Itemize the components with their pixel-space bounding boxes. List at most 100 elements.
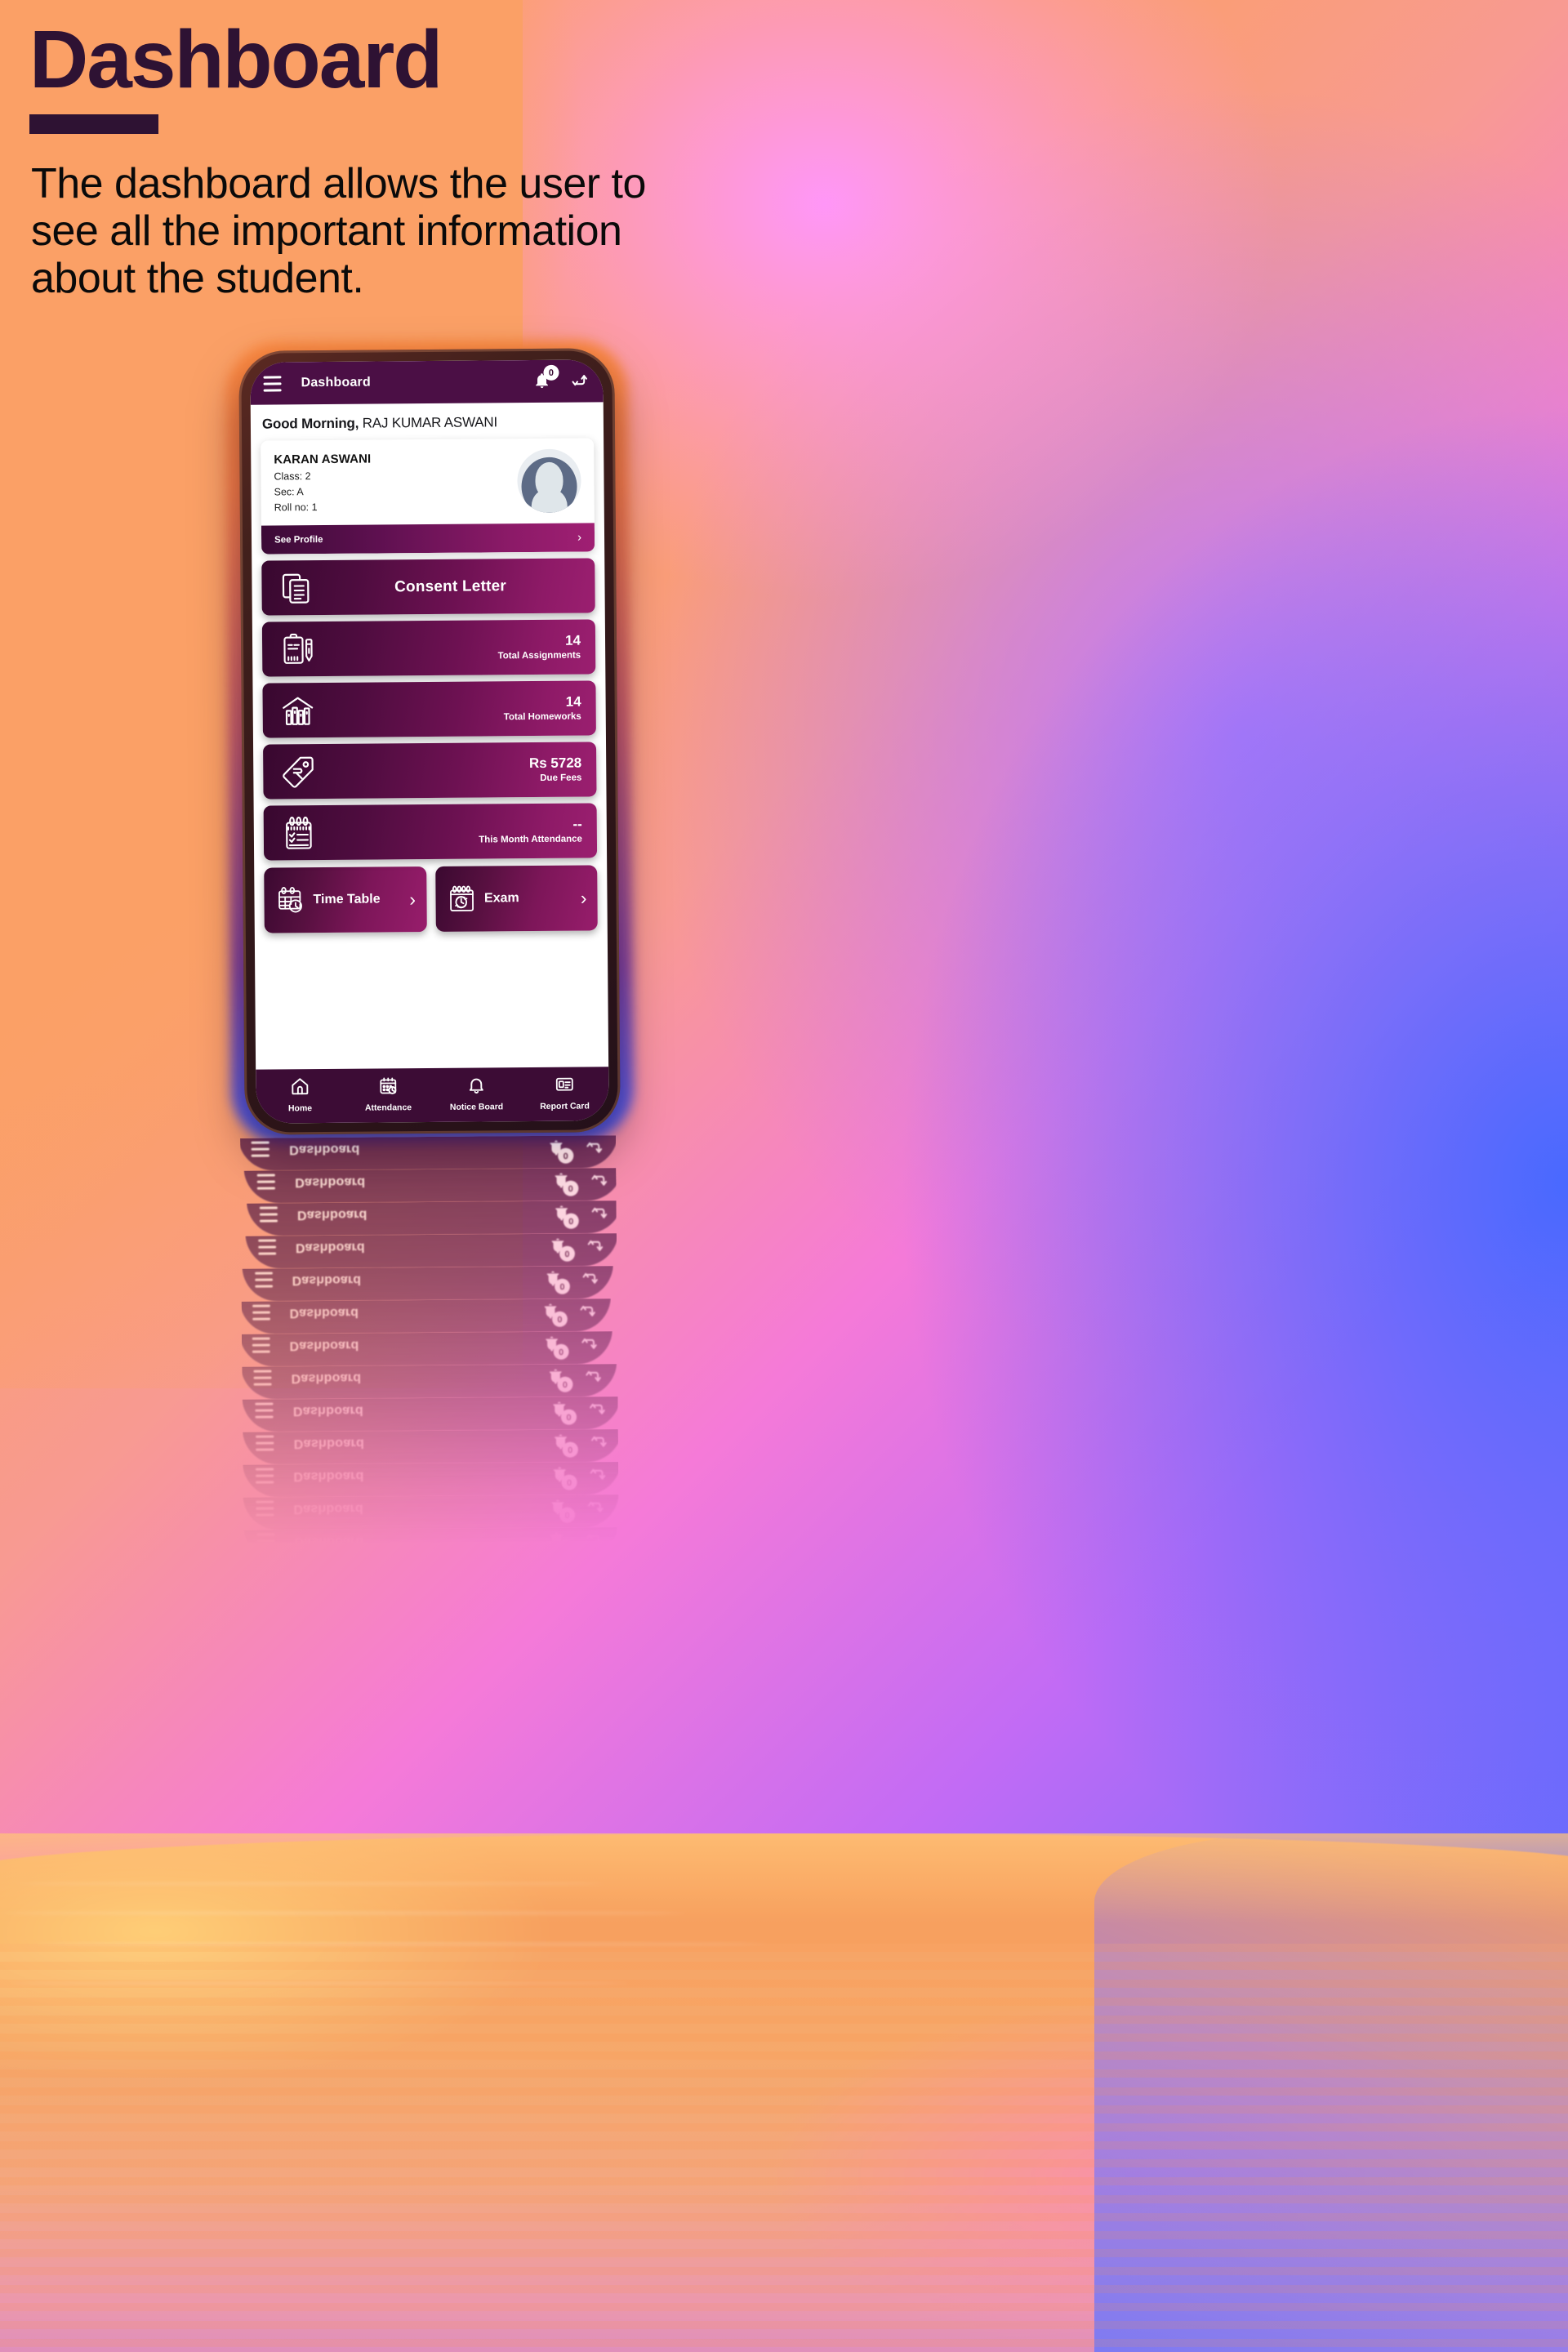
quick-action-exam[interactable]: Exam › xyxy=(434,865,598,932)
house-books-icon xyxy=(276,693,320,728)
notification-badge: 0 xyxy=(559,1507,576,1523)
reflection-strip: Dashboard 0 Good xyxy=(242,1396,619,1432)
bottom-navigation: Home Attendance Notice Board Report Card xyxy=(256,1067,609,1124)
logout-switch-icon[interactable] xyxy=(572,372,590,390)
app-bar: Dashboard 0 xyxy=(242,1396,619,1432)
greeting-line: Good Morning, RAJ KUMAR ASWANI xyxy=(251,402,604,439)
notification-bell-button[interactable]: 0 xyxy=(532,364,559,391)
tile-total-homeworks[interactable]: 14 Total Homeworks xyxy=(262,680,596,738)
bottom-nav-item-report-card[interactable]: Report Card xyxy=(520,1074,608,1111)
notification-badge: 0 xyxy=(543,364,559,381)
notification-bell-button[interactable]: 0 xyxy=(549,1497,576,1523)
tile-title-consent-letter: Consent Letter xyxy=(394,577,507,595)
app-bar-actions: 0 xyxy=(541,1300,599,1327)
logout-switch-icon[interactable] xyxy=(581,1334,599,1352)
logout-switch-icon[interactable] xyxy=(591,1170,609,1188)
calendar-checklist-icon xyxy=(277,815,321,851)
bottom-nav-item-notice-board[interactable]: Notice Board xyxy=(432,1075,520,1112)
notification-bell-button[interactable]: 0 xyxy=(544,1268,570,1294)
notification-bell-button[interactable]: 0 xyxy=(547,1138,574,1164)
phone-screen: Dashboard 0 Good xyxy=(243,1168,619,1204)
notification-bell-button[interactable]: 0 xyxy=(553,1203,579,1229)
hamburger-menu-icon[interactable] xyxy=(251,1142,270,1158)
reflection-strip: Dashboard 0 Good xyxy=(242,1462,619,1498)
app-bar-actions: 0 xyxy=(551,1431,609,1458)
logout-switch-icon[interactable] xyxy=(591,1203,610,1221)
tile-consent-letter[interactable]: Consent Letter xyxy=(261,558,595,616)
dashboard-tiles: Consent Letter 14 Total Assignments 14 T… xyxy=(252,551,607,861)
app-bar-actions: 0 xyxy=(550,1463,608,1490)
phone-screen: Dashboard 0 Good xyxy=(240,1298,612,1334)
logout-switch-icon[interactable] xyxy=(587,1497,606,1515)
tile-due-fees[interactable]: Rs 5728 Due Fees xyxy=(263,742,597,800)
logout-switch-icon[interactable] xyxy=(590,1399,608,1417)
notification-badge: 0 xyxy=(560,1409,577,1425)
reflection-strip-content: Dashboard 0 Good xyxy=(240,1298,612,1334)
hamburger-menu-icon[interactable] xyxy=(252,1305,270,1321)
notification-bell-button[interactable]: 0 xyxy=(549,1236,576,1262)
hamburger-menu-icon[interactable] xyxy=(255,1272,274,1289)
logout-switch-icon[interactable] xyxy=(587,1236,606,1254)
hamburger-menu-icon[interactable] xyxy=(255,1403,274,1419)
logout-switch-icon[interactable] xyxy=(590,1464,608,1482)
hamburger-menu-icon[interactable] xyxy=(253,1370,272,1387)
tile-metric-total-assignments: 14 Total Assignments xyxy=(497,632,582,661)
tile-this-month-attendance[interactable]: -- This Month Attendance xyxy=(263,803,598,861)
phone-screen: Dashboard 0 Good xyxy=(240,1364,617,1400)
notification-bell-button[interactable]: 0 xyxy=(552,1170,579,1196)
tile-total-assignments[interactable]: 14 Total Assignments xyxy=(261,619,596,677)
app-bar-actions: 0 xyxy=(553,1202,610,1229)
logout-switch-icon[interactable] xyxy=(586,1366,604,1384)
tile-value: -- xyxy=(572,816,582,832)
bottom-nav-label: Report Card xyxy=(540,1101,590,1111)
reflection-strip-content: Dashboard 0 Good xyxy=(240,1135,619,1171)
hamburger-menu-icon[interactable] xyxy=(255,1468,274,1485)
reflection-strip: Dashboard 0 Good xyxy=(242,1429,619,1465)
hamburger-menu-icon[interactable] xyxy=(258,1239,277,1256)
notification-bell-button[interactable]: 0 xyxy=(543,1334,569,1360)
pool-blue-reflection xyxy=(1094,1833,1568,2352)
pool-streak xyxy=(8,1982,629,1984)
phone-water-reflection: Dashboard 0 Good xyxy=(240,1135,619,1547)
app-bar-title: Dashboard xyxy=(294,1534,364,1547)
notification-bell-button[interactable]: 0 xyxy=(551,1432,578,1458)
app-bar: Dashboard 0 xyxy=(243,1527,618,1547)
hamburger-menu-icon[interactable] xyxy=(256,1174,276,1191)
logout-switch-icon[interactable] xyxy=(582,1268,601,1286)
logout-switch-icon[interactable] xyxy=(586,1138,604,1156)
hamburger-menu-icon[interactable] xyxy=(263,375,282,392)
logout-switch-icon[interactable] xyxy=(590,1432,609,1450)
phone-screen: Dashboard 0 Good xyxy=(246,1200,619,1236)
notification-bell-button[interactable]: 0 xyxy=(546,1366,573,1392)
tile-label: Total Homeworks xyxy=(503,711,581,723)
see-profile-button[interactable]: See Profile › xyxy=(261,523,595,555)
hamburger-menu-icon[interactable] xyxy=(252,1338,270,1354)
reflection-strip-content: Dashboard 0 Good xyxy=(245,1233,619,1269)
notification-badge: 0 xyxy=(553,1343,569,1360)
reflection-strip-content: Dashboard 0 Good xyxy=(242,1396,619,1432)
attendance-calendar-icon xyxy=(380,1077,397,1094)
bottom-nav-item-home[interactable]: Home xyxy=(256,1076,344,1114)
notification-bell-button[interactable]: 0 xyxy=(550,1464,577,1490)
hamburger-menu-icon[interactable] xyxy=(256,1501,274,1517)
clipboard-pencil-icon xyxy=(275,631,319,667)
reflection-strip: Dashboard 0 Good xyxy=(242,1266,614,1302)
bottom-nav-item-attendance[interactable]: Attendance xyxy=(344,1076,432,1113)
hamburger-menu-icon[interactable] xyxy=(256,1533,275,1547)
app-bar-title: Dashboard xyxy=(295,1174,366,1190)
phone-screen: Dashboard 0 Good xyxy=(243,1494,619,1530)
bottom-nav-label: Attendance xyxy=(364,1102,412,1113)
see-profile-label: See Profile xyxy=(274,534,323,545)
notification-bell-button[interactable]: 0 xyxy=(550,1399,577,1425)
quick-action-time-table[interactable]: Time Table › xyxy=(264,866,427,933)
notification-badge: 0 xyxy=(552,1311,568,1327)
reflection-strip: Dashboard 0 Good xyxy=(243,1527,618,1547)
notification-bell-button[interactable]: 0 xyxy=(541,1301,568,1327)
profile-details: KARAN ASWANI Class: 2 Sec: A Roll no: 1 xyxy=(274,451,518,514)
logout-switch-icon[interactable] xyxy=(580,1301,599,1319)
app-bar-actions: 0 xyxy=(546,1365,604,1392)
hamburger-menu-icon[interactable] xyxy=(259,1206,278,1223)
hamburger-menu-icon[interactable] xyxy=(256,1436,274,1452)
greeting-user-name: RAJ KUMAR ASWANI xyxy=(362,414,498,431)
notification-bell-button[interactable]: 0 xyxy=(547,1530,574,1547)
